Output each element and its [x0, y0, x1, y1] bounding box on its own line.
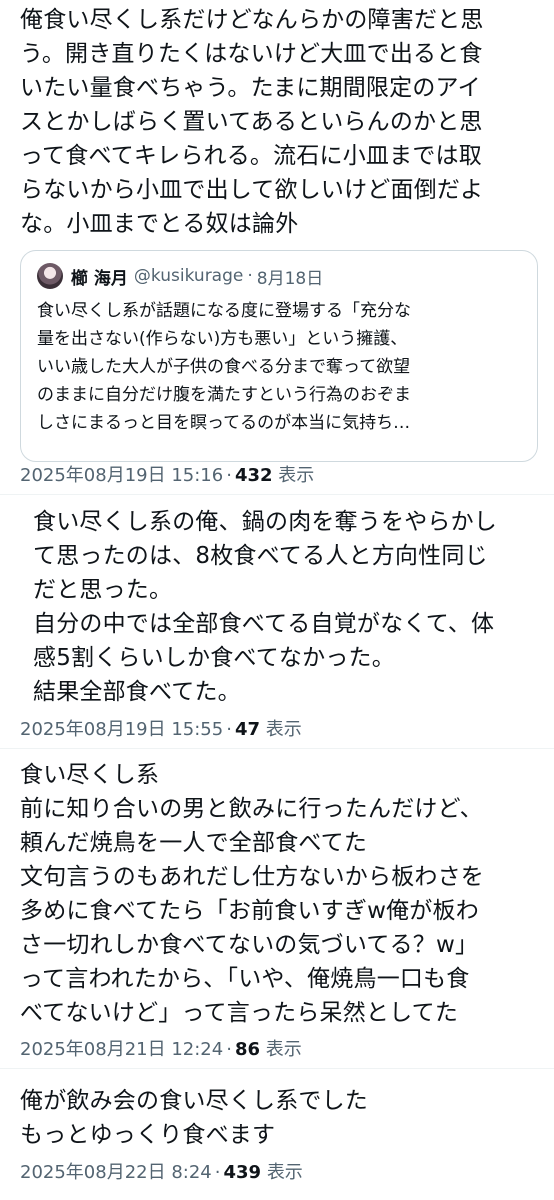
- post-timestamp[interactable]: 2025年08月19日 15:16: [20, 465, 223, 486]
- views-count: 439: [223, 1162, 262, 1183]
- views-label: 表示: [265, 1039, 302, 1060]
- reply-text: 俺食い尽くし系だけどなんらかの障害だと思 う。開き直りたくはないけど大皿で出ると…: [20, 7, 484, 237]
- post-timestamp[interactable]: 2025年08月22日 8:24: [20, 1162, 212, 1183]
- post-timestamp[interactable]: 2025年08月21日 12:24: [20, 1039, 223, 1060]
- views-label: 表示: [265, 719, 302, 740]
- views-label: 表示: [278, 465, 315, 486]
- post-meta: 2025年08月19日 15:16 · 432 表示: [20, 464, 314, 488]
- avatar[interactable]: [37, 263, 63, 289]
- separator-dot: ·: [226, 465, 232, 486]
- divider: [0, 1068, 554, 1069]
- post-meta: 2025年08月21日 12:24 · 86 表示: [20, 1038, 302, 1062]
- post-timestamp[interactable]: 2025年08月19日 15:55: [20, 719, 223, 740]
- views-count: 432: [234, 465, 273, 486]
- post-meta: 2025年08月22日 8:24 · 439 表示: [20, 1161, 303, 1185]
- quoted-author-handle[interactable]: @kusikurage: [134, 266, 243, 286]
- reply-text: 食い尽くし系 前に知り合いの男と飲みに行ったんだけど、 頼んだ焼鳥を一人で全部食…: [20, 762, 484, 1026]
- separator-dot: ·: [247, 266, 253, 286]
- separator-dot: ·: [226, 719, 232, 740]
- views-label: 表示: [266, 1162, 303, 1183]
- reply-text: 俺が飲み会の食い尽くし系でした もっとゆっくり食べます: [20, 1088, 368, 1148]
- separator-dot: ·: [214, 1162, 221, 1183]
- views-count: 47: [234, 719, 261, 740]
- divider: [0, 748, 554, 749]
- reply-post-1[interactable]: 俺食い尽くし系だけどなんらかの障害だと思 う。開き直りたくはないけど大皿で出ると…: [0, 0, 554, 492]
- quoted-author-name[interactable]: 櫛 海月: [71, 264, 128, 289]
- divider: [0, 494, 554, 495]
- post-meta: 2025年08月19日 15:55 · 47 表示: [20, 718, 302, 742]
- quoted-post-text: 食い尽くし系が話題になる度に登場する「充分な 量を出さない(作らない)方も悪い」…: [37, 301, 411, 433]
- quoted-post-card[interactable]: 櫛 海月 @kusikurage · 8月18日 食い尽くし系が話題になる度に登…: [20, 250, 538, 462]
- reply-text: 食い尽くし系の俺、鍋の肉を奪うをやらかし て思ったのは、8枚食べてる人と方向性同…: [33, 509, 497, 705]
- views-count: 86: [234, 1039, 261, 1060]
- quoted-post-header: 櫛 海月 @kusikurage · 8月18日: [37, 263, 323, 289]
- separator-dot: ·: [226, 1039, 232, 1060]
- quoted-post-date[interactable]: 8月18日: [257, 264, 323, 289]
